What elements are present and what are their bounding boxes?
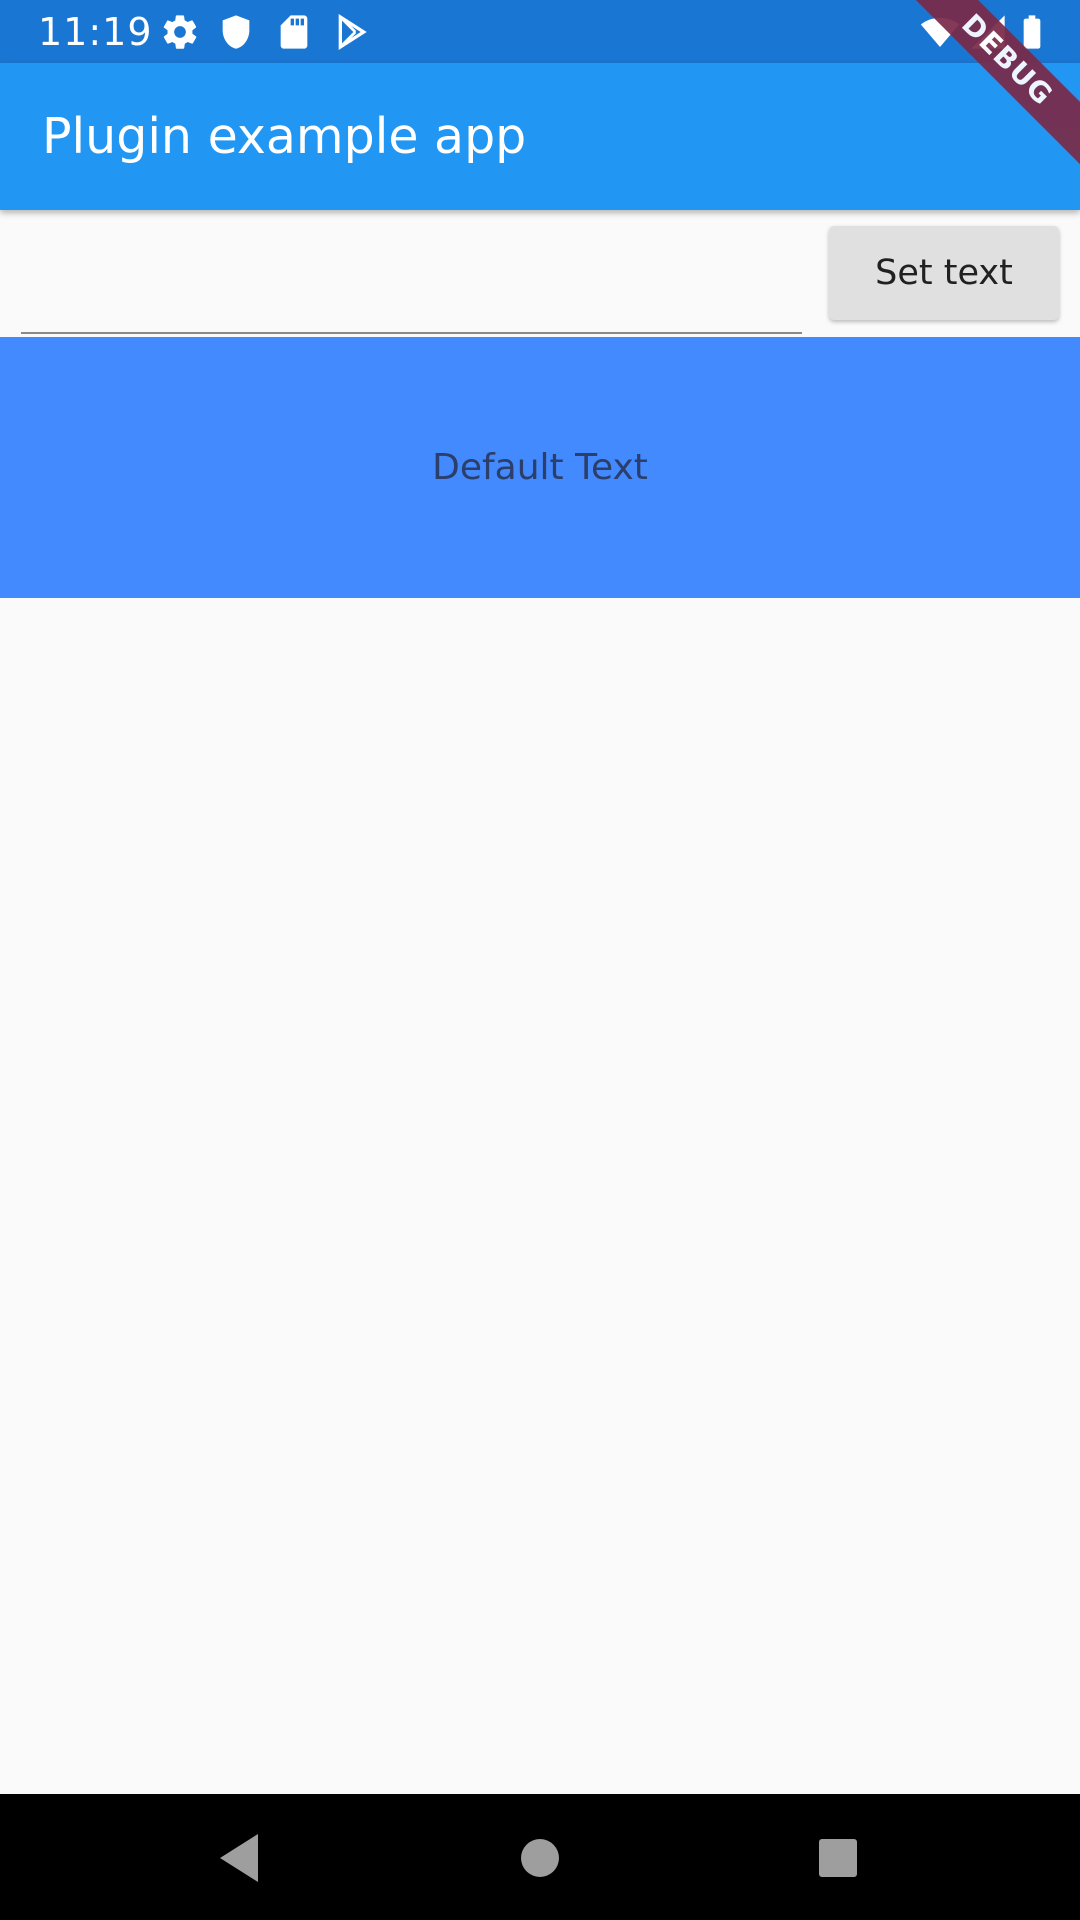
recents-icon[interactable]: [806, 1826, 870, 1890]
native-view: Default Text: [0, 337, 1080, 598]
shield-icon: [216, 12, 256, 52]
gear-icon: [160, 12, 200, 52]
nav-bar: [0, 1794, 1080, 1920]
text-input[interactable]: [21, 210, 802, 334]
status-bar: 11:19: [0, 0, 1080, 63]
sd-card-icon: [274, 12, 314, 52]
native-view-text: Default Text: [432, 447, 648, 488]
set-text-button[interactable]: Set text: [829, 226, 1059, 320]
app-title: Plugin example app: [42, 108, 527, 165]
status-time: 11:19: [38, 10, 153, 54]
input-row: Set text: [0, 210, 1080, 336]
home-icon[interactable]: [508, 1826, 572, 1890]
app-bar: Plugin example app: [0, 63, 1080, 210]
screen: 11:19 Plugin example app DEBUG Set text: [0, 0, 1080, 1920]
back-icon[interactable]: [208, 1826, 272, 1890]
play-store-icon: [332, 12, 372, 52]
